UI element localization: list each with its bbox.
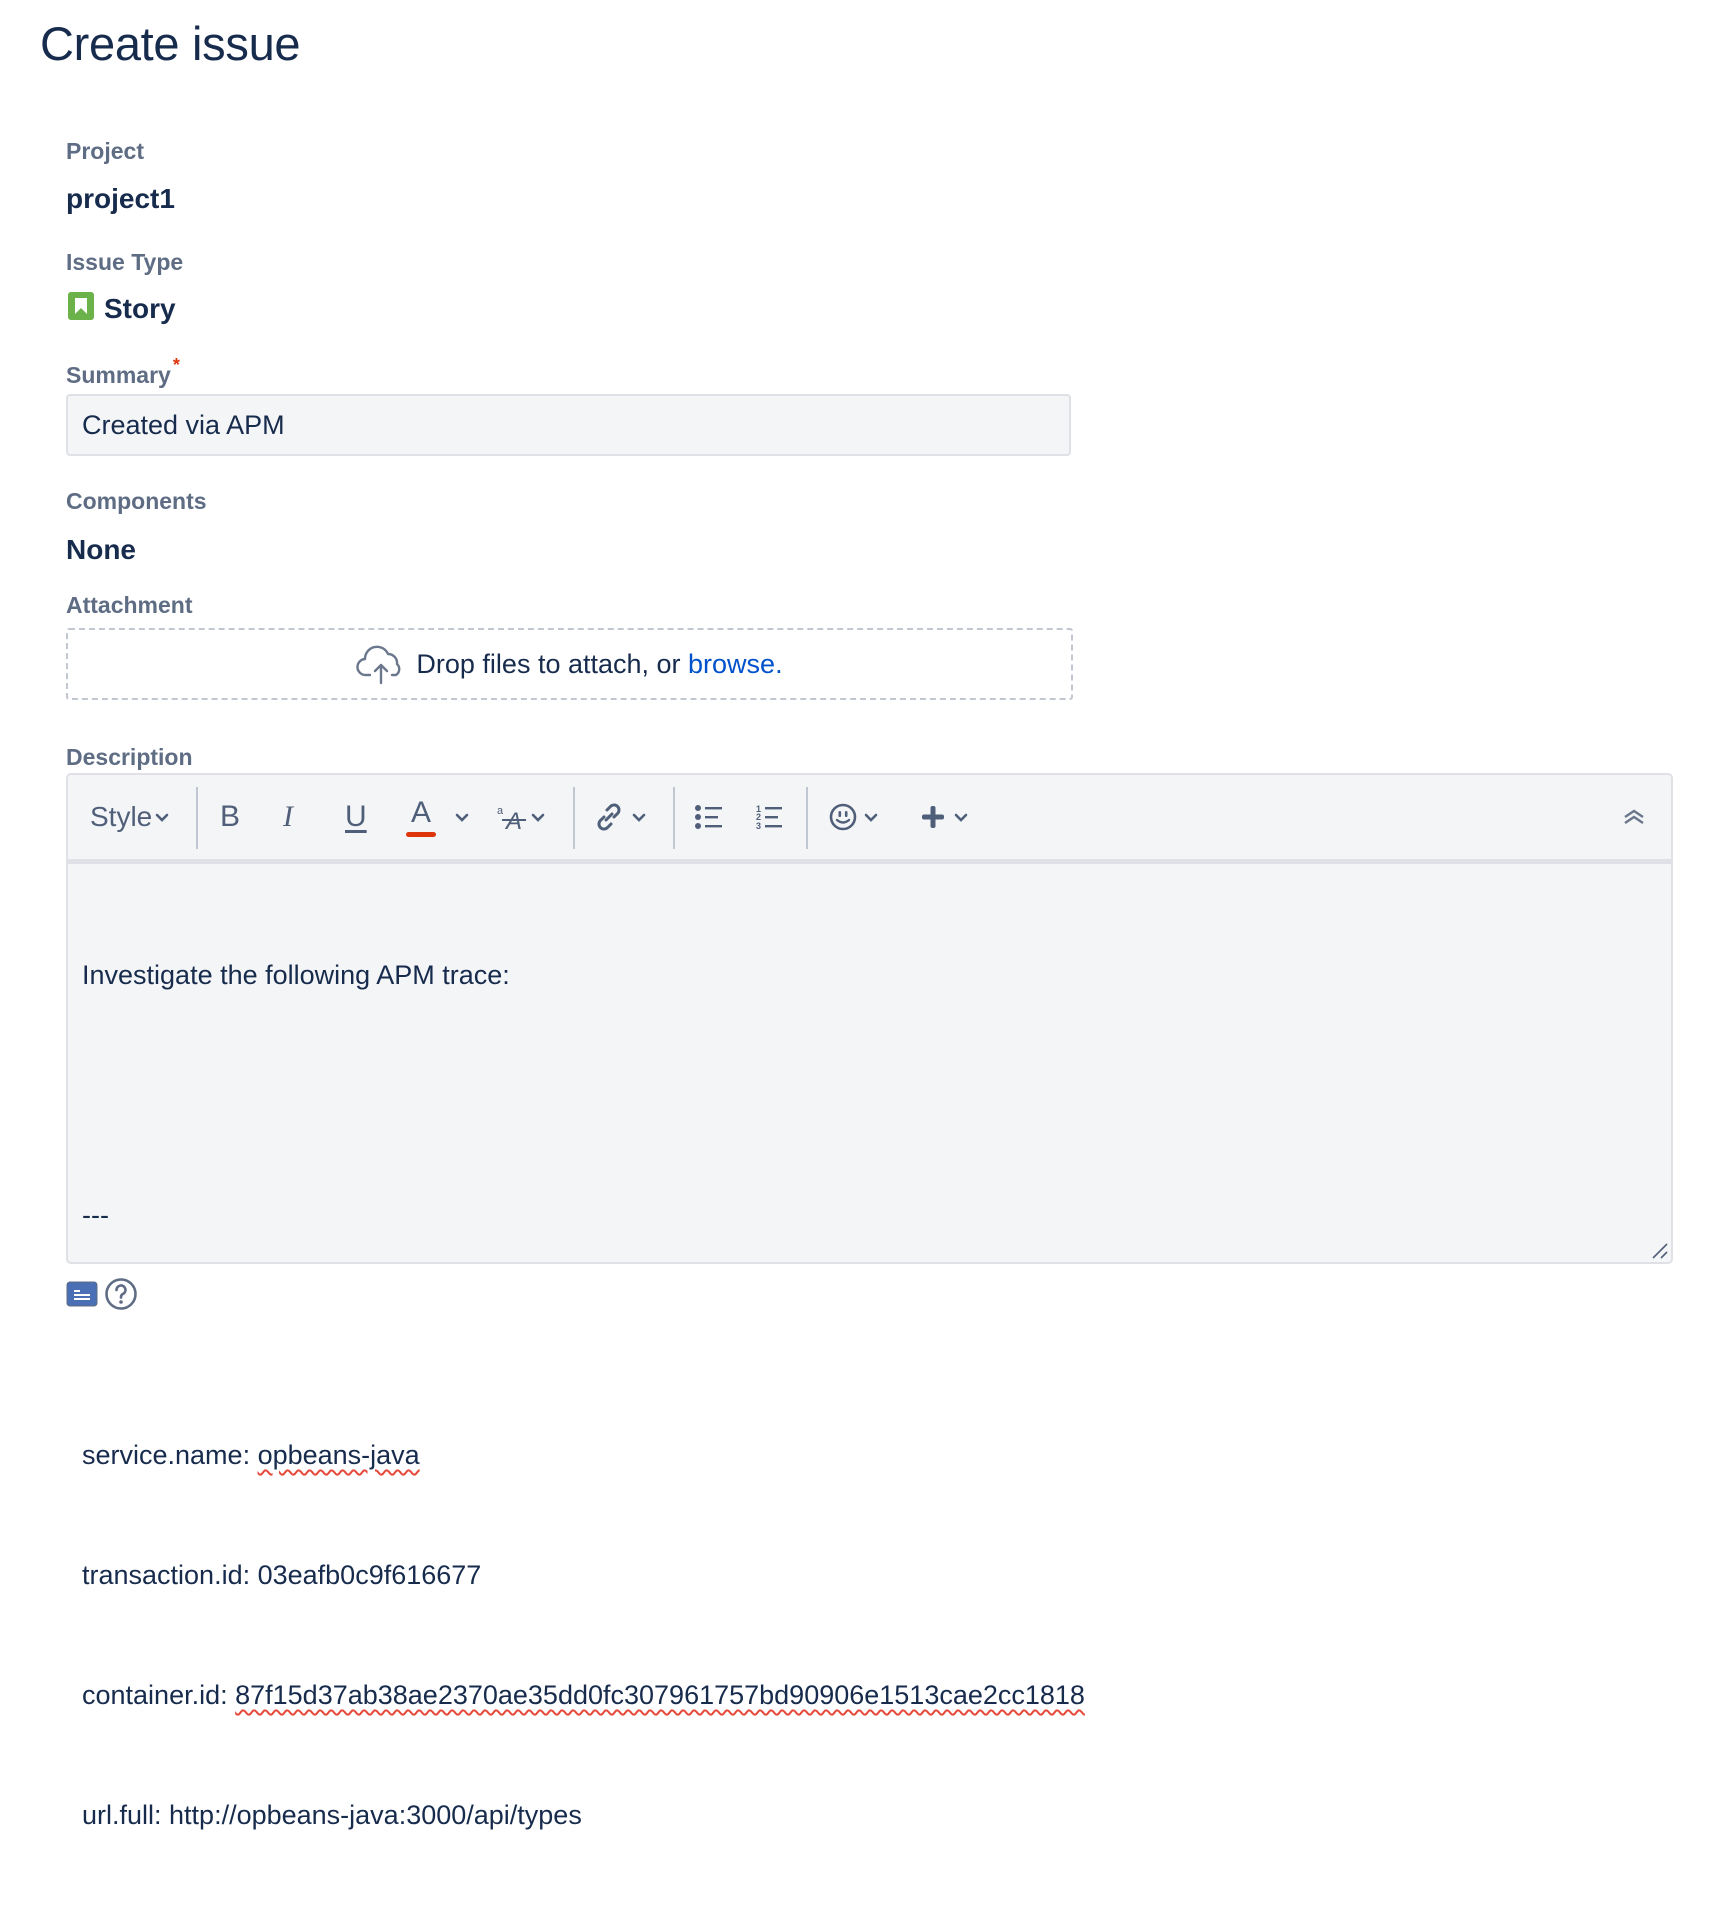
description-line: ​ [82, 1315, 1085, 1355]
emoji-icon [829, 803, 857, 831]
text-color-button[interactable]: A [406, 775, 436, 859]
line-value: 03eafb0c9f616677 [257, 1560, 482, 1590]
line-value: opbeans-java [257, 1440, 420, 1470]
project-value: project1 [66, 183, 175, 214]
underline-button[interactable]: U [345, 775, 367, 859]
components-label: Components [66, 488, 207, 514]
story-bookmark-icon [68, 292, 94, 320]
description-line: ---​ [82, 1195, 1085, 1235]
plus-icon [922, 806, 944, 828]
text-color-icon: A [410, 795, 431, 829]
description-content[interactable]: Investigate the following APM trace:​ ​ … [82, 875, 1085, 1915]
attachment-dropzone[interactable]: Drop files to attach, or browse. [66, 628, 1073, 700]
emoji-button[interactable] [828, 775, 880, 859]
line-key: transaction.id: [82, 1560, 258, 1590]
text-color-swatch [406, 831, 436, 837]
chevron-down-icon [632, 813, 646, 822]
line-key: container.id: [82, 1680, 236, 1710]
text-color-dropdown[interactable] [454, 775, 470, 859]
issue-type-value: Story [104, 293, 176, 324]
line-value: http://opbeans-java:3000/api/types [169, 1800, 582, 1830]
line-text: --- [82, 1200, 109, 1230]
description-line: url.full: http://opbeans-java:3000/api/t… [82, 1795, 1085, 1835]
project-label: Project [66, 138, 144, 164]
link-button[interactable] [592, 775, 648, 859]
toolbar-separator [806, 787, 808, 849]
summary-label: Summary * [66, 355, 180, 389]
insert-more-button[interactable] [920, 775, 970, 859]
resize-handle[interactable] [1651, 1242, 1669, 1260]
line-value: 87f15d37ab38ae2370ae35dd0fc307961757bd90… [235, 1680, 1085, 1710]
description-label: Description [66, 744, 193, 770]
description-line: transaction.id: 03eafb0c9f616677 [82, 1555, 1085, 1595]
toolbar-separator [196, 787, 198, 849]
description-line: ​ [82, 1075, 1085, 1115]
more-formatting-button[interactable]: a A [496, 775, 546, 859]
chevron-down-icon [455, 813, 469, 822]
chevron-down-icon [864, 813, 878, 822]
cloud-upload-icon [356, 643, 406, 685]
help-button[interactable] [104, 1277, 138, 1316]
chevron-down-icon [531, 813, 545, 822]
description-line: service.name: opbeans-java [82, 1435, 1085, 1475]
double-chevron-up-icon [1624, 809, 1644, 824]
issue-type-label: Issue Type [66, 249, 184, 275]
bullet-list-button[interactable] [694, 775, 724, 859]
bold-button[interactable]: B [220, 775, 240, 859]
drop-text: Drop files to attach, or [416, 648, 689, 679]
underline-icon: U [345, 800, 367, 833]
bullet-list-icon [695, 805, 722, 829]
description-editor[interactable]: Style B I U A a A 1 2 3 Investigate the … [66, 773, 1673, 1830]
description-line: container.id: 87f15d37ab38ae2370ae35dd0f… [82, 1675, 1085, 1715]
required-marker: * [172, 355, 180, 375]
line-text: Investigate the following APM trace: [82, 960, 510, 990]
line-key: service.name: [82, 1440, 258, 1470]
link-icon [597, 803, 621, 831]
collapse-toolbar-button[interactable] [1623, 775, 1645, 859]
svg-text:3: 3 [756, 821, 761, 830]
toolbar-separator [573, 787, 575, 849]
chevron-down-icon [954, 813, 968, 822]
svg-text:a: a [497, 805, 504, 817]
italic-icon: I [283, 800, 293, 833]
line-key: url.full: [82, 1800, 170, 1830]
description-line: Investigate the following APM trace:​ [82, 955, 1085, 995]
help-icon [105, 1278, 137, 1310]
text-mode-button[interactable] [66, 1280, 98, 1313]
attachment-label: Attachment [66, 592, 193, 618]
summary-label-text: Summary [66, 362, 171, 388]
bold-icon: B [220, 800, 241, 833]
numbered-list-icon: 1 2 3 [756, 804, 782, 830]
summary-input[interactable]: Created via APM [66, 394, 1071, 456]
style-dropdown[interactable]: Style [90, 775, 170, 859]
chevron-down-icon [155, 813, 169, 822]
toolbar-separator [673, 787, 675, 849]
style-label: Style [90, 801, 153, 832]
clear-formatting-icon: a A [497, 805, 526, 832]
browse-link[interactable]: browse. [688, 649, 783, 680]
page-title: Create issue [40, 17, 301, 70]
italic-button[interactable]: I [283, 775, 293, 859]
components-value[interactable]: None [66, 534, 136, 566]
text-mode-icon [66, 1281, 98, 1307]
editor-toolbar: Style B I U A a A 1 2 3 [68, 775, 1671, 864]
numbered-list-button[interactable]: 1 2 3 [756, 775, 786, 859]
